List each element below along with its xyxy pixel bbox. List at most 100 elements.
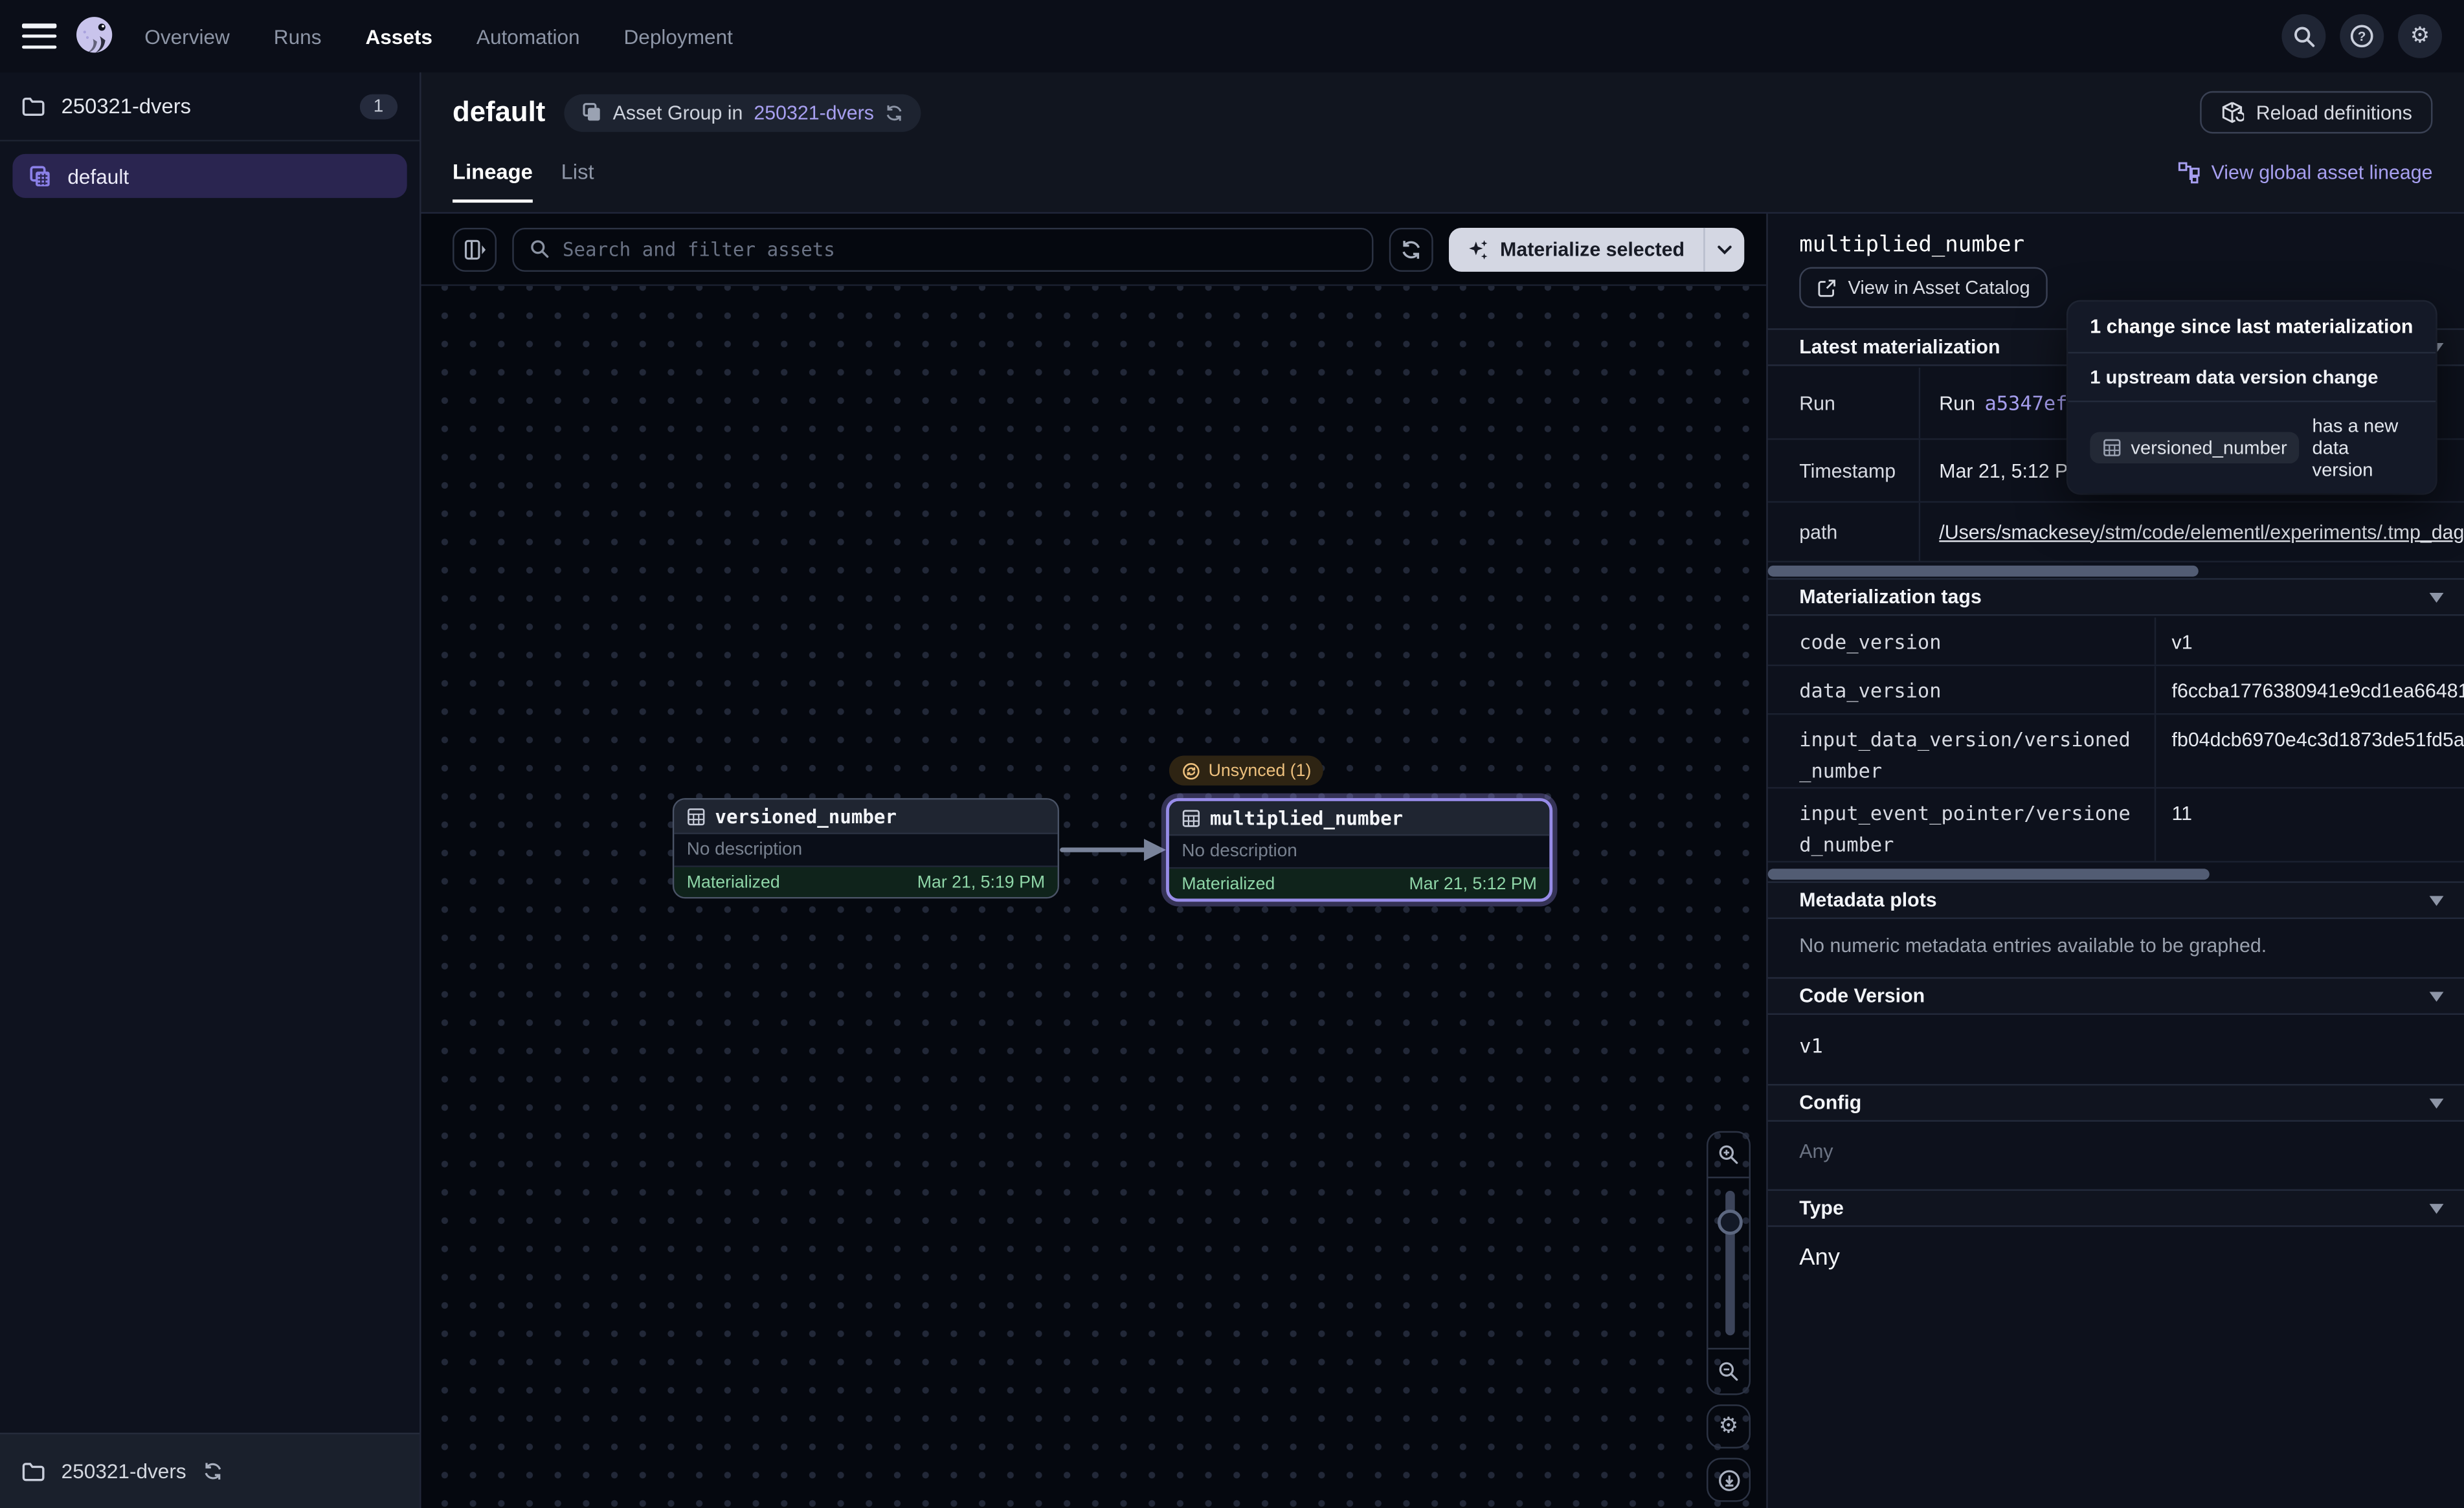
tab-lineage[interactable]: Lineage (453, 161, 533, 203)
panel-asset-title: multiplied_number (1799, 232, 2024, 258)
view-in-asset-catalog-label: View in Asset Catalog (1848, 276, 2030, 298)
materialization-path-link[interactable]: /Users/smackesey/stm/code/elementl/exper… (1939, 521, 2464, 543)
section-code-version[interactable]: Code Version (1768, 977, 2464, 1015)
sidebar-item-label: default (67, 164, 129, 188)
svg-text:?: ? (2358, 29, 2366, 44)
tag-row: code_version v1 (1768, 617, 2464, 666)
tag-key: code_version (1768, 617, 2155, 665)
refresh-icon[interactable] (202, 1461, 223, 1481)
top-nav-items: Overview Runs Assets Automation Deployme… (144, 25, 733, 48)
tag-row: data_version f6ccba1776380941e9cd1ea6648… (1768, 666, 2464, 715)
zoom-in-icon (1718, 1144, 1740, 1166)
sidebar-footer[interactable]: 250321-dvers (0, 1433, 420, 1508)
materialize-selected-button[interactable]: Materialize selected (1448, 227, 1744, 271)
hamburger-menu-icon[interactable] (22, 23, 56, 49)
caret-down-icon (2430, 896, 2444, 907)
zoom-slider[interactable] (1708, 1177, 1749, 1349)
popup-title: 1 change since last materialization (2068, 302, 2436, 353)
lineage-edge-arrow (1059, 834, 1169, 866)
section-type[interactable]: Type (1768, 1189, 2464, 1226)
sidebar-item-default[interactable]: default (12, 154, 407, 198)
tag-row: input_data_version/versioned_number fb04… (1768, 715, 2464, 788)
view-global-asset-lineage-link[interactable]: View global asset lineage (2178, 162, 2433, 203)
popup-subtitle: 1 upstream data version change (2068, 353, 2436, 402)
nav-assets[interactable]: Assets (365, 25, 432, 48)
asset-chip[interactable]: versioned_number (2090, 432, 2300, 464)
nav-overview[interactable]: Overview (144, 25, 230, 48)
download-icon (1717, 1468, 1740, 1491)
refresh-graph-button[interactable] (1389, 227, 1433, 271)
nav-deployment[interactable]: Deployment (624, 25, 733, 48)
section-title: Metadata plots (1799, 889, 1936, 911)
help-button[interactable]: ? (2340, 14, 2384, 58)
zoom-slider-knob[interactable] (1718, 1210, 1743, 1235)
caret-down-icon (2430, 1203, 2444, 1214)
collapse-panel-button[interactable] (453, 227, 497, 271)
view-global-asset-lineage-label: View global asset lineage (2212, 162, 2433, 184)
run-value-prefix: Run (1939, 392, 1975, 414)
view-in-asset-catalog-button[interactable]: View in Asset Catalog (1799, 267, 2047, 308)
asset-node-multiplied-number[interactable]: multiplied_number No description Materia… (1166, 798, 1552, 902)
download-graph-button[interactable] (1707, 1458, 1751, 1502)
changes-popup: 1 change since last materialization 1 up… (2068, 302, 2436, 493)
asset-group-icon (28, 164, 52, 188)
horizontal-scrollbar[interactable] (1768, 869, 2210, 880)
row-path-label: path (1768, 503, 1919, 561)
folder-icon (22, 96, 45, 116)
node-description: No description (674, 834, 1057, 867)
zoom-out-button[interactable] (1708, 1349, 1749, 1393)
chip-group-link[interactable]: 250321-dvers (754, 102, 874, 124)
sync-status-icon (1182, 761, 1200, 780)
config-value: Any (1799, 1140, 1833, 1162)
gear-icon: ⚙ (2410, 23, 2430, 49)
section-config[interactable]: Config (1768, 1084, 2464, 1122)
chip-prefix: Asset Group in (613, 102, 743, 124)
search-input[interactable] (563, 238, 1356, 260)
node-timestamp: Mar 21, 5:12 PM (1409, 874, 1536, 893)
zoom-in-button[interactable] (1708, 1133, 1749, 1177)
top-nav-actions: ? ⚙ (2281, 14, 2442, 58)
reload-definitions-button[interactable]: Reload definitions (2199, 91, 2432, 134)
search-icon (530, 239, 550, 260)
graph-canvas[interactable]: Unsynced (1) versioned_number No descrip… (421, 286, 1767, 1508)
sidebar-group-label: 250321-dvers (62, 94, 191, 118)
tag-key: data_version (1768, 666, 2155, 713)
chevron-down-icon (1718, 244, 1732, 254)
node-status: Materialized (1182, 874, 1275, 893)
sparkle-icon (1467, 238, 1489, 260)
search-button[interactable] (2281, 14, 2325, 58)
horizontal-scrollbar[interactable] (1768, 566, 2199, 577)
dagster-logo[interactable] (73, 14, 117, 58)
asset-node-versioned-number[interactable]: versioned_number No description Material… (673, 798, 1059, 898)
section-title: Latest materialization (1799, 336, 2000, 358)
app-window: Overview Runs Assets Automation Deployme… (0, 0, 2464, 1508)
node-unsynced-badge[interactable]: Unsynced (1) (1169, 756, 1324, 786)
tag-value: 11 (2155, 789, 2464, 861)
tag-key: input_data_version/versioned_number (1768, 715, 2155, 787)
materialize-selected-label: Materialize selected (1500, 238, 1685, 260)
materialize-dropdown-button[interactable] (1703, 227, 1744, 271)
section-materialization-tags[interactable]: Materialization tags (1768, 578, 2464, 615)
tag-value: v1 (2155, 617, 2464, 665)
tag-key: input_event_pointer/versioned_number (1768, 789, 2155, 861)
section-title: Type (1799, 1197, 1844, 1219)
sidebar-group-250321-dvers[interactable]: 250321-dvers 1 (0, 72, 420, 142)
table-icon (2103, 438, 2122, 457)
asset-group-chip[interactable]: Asset Group in 250321-dvers (564, 93, 921, 131)
sidebar-group-count-badge: 1 (359, 93, 398, 118)
section-metadata-plots[interactable]: Metadata plots (1768, 882, 2464, 919)
run-id-link[interactable]: a5347ef7 (1985, 391, 2079, 414)
tab-list[interactable]: List (561, 161, 594, 203)
settings-button[interactable]: ⚙ (2398, 14, 2442, 58)
popup-change-message: has a new data version (2313, 415, 2414, 481)
nav-runs[interactable]: Runs (274, 25, 322, 48)
reload-definitions-label: Reload definitions (2256, 102, 2412, 124)
node-description: No description (1169, 836, 1549, 869)
graph-settings-button[interactable]: ⚙ (1707, 1404, 1751, 1448)
nav-automation[interactable]: Automation (476, 25, 580, 48)
refresh-icon (1400, 238, 1422, 260)
refresh-icon[interactable] (885, 103, 904, 122)
graph-toolbar: Materialize selected (421, 214, 1767, 286)
asset-search-box (512, 227, 1372, 271)
row-path: path /Users/smackesey/stm/code/elementl/… (1768, 503, 2464, 562)
